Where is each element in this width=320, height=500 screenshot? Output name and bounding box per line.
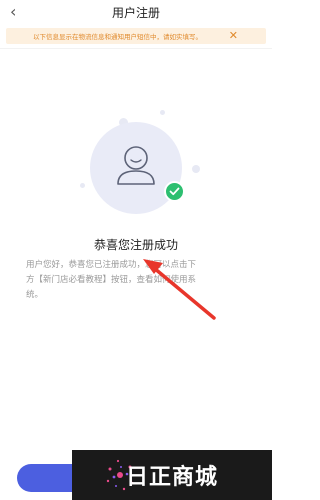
watermark-logo: 日正商城	[72, 450, 272, 500]
annotation-arrow	[143, 259, 216, 320]
watermark-text: 日正商城	[125, 465, 218, 490]
